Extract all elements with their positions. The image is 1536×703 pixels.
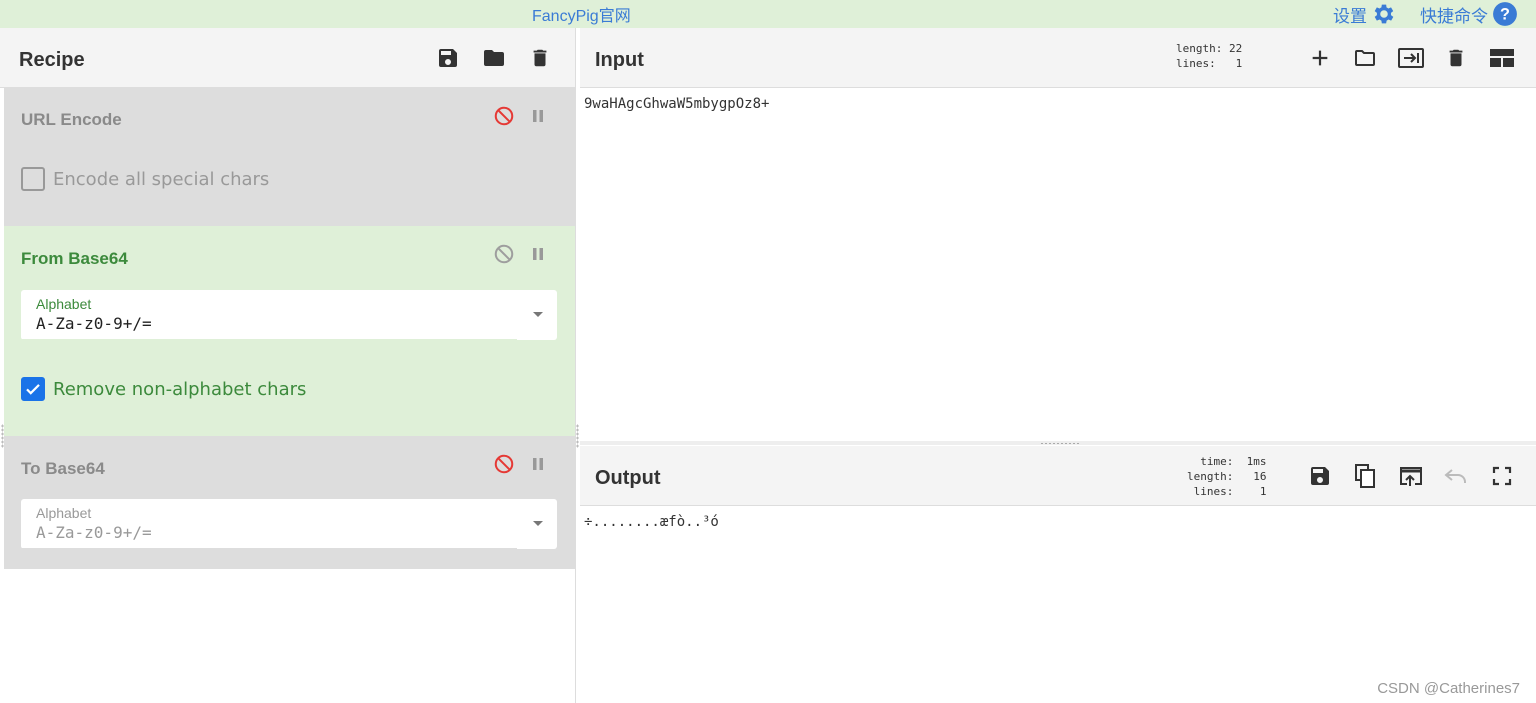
replace-input-icon[interactable] [1397,462,1425,490]
operation-title: To Base64 [21,459,105,478]
operation-url-encode[interactable]: URL Encode Encode all special chars [4,88,575,226]
output-lines: 1 [1259,485,1267,498]
settings-label: 设置 [1333,6,1367,26]
disable-icon[interactable] [493,105,515,127]
input-stats: length: 22 lines: 1 [1176,42,1243,70]
output-length: 16 [1253,470,1267,483]
output-text: ÷........æfò..³ó [584,514,719,530]
checkbox-box[interactable] [21,377,45,401]
alphabet-label: Alphabet [36,296,92,312]
shortcuts-label: 快捷命令 [1420,6,1488,26]
layout-icon[interactable] [1488,44,1516,72]
chevron-down-icon[interactable] [533,312,543,317]
operation-to-base64[interactable]: To Base64 Alphabet A-Za-z0-9+/= [4,436,575,569]
undo-icon[interactable] [1442,462,1470,490]
gear-icon [1371,1,1397,27]
top-bar: FancyPig官网 设置 快捷命令 ? [0,0,1536,28]
output-panel: Output time: 1ms length: 16 lines: 1 ÷..… [580,446,1536,703]
maximize-icon[interactable] [1488,462,1516,490]
input-panel: Input length: 22 lines: 1 9waHAgcGhwaW5m… [580,28,1536,441]
operation-title: From Base64 [21,249,128,268]
alphabet-value: A-Za-z0-9+/= [36,523,152,542]
alphabet-select[interactable]: Alphabet A-Za-z0-9+/= [21,290,557,340]
save-icon[interactable] [434,44,462,72]
alphabet-value: A-Za-z0-9+/= [36,314,152,333]
save-icon[interactable] [1306,462,1334,490]
settings-button[interactable]: 设置 [1333,0,1397,28]
output-header: Output time: 1ms length: 16 lines: 1 [580,446,1536,506]
shortcuts-button[interactable]: 快捷命令 ? [1420,0,1518,28]
input-textarea[interactable]: 9waHAgcGhwaW5mbygpOz8+ [584,96,769,112]
input-title: Input [595,49,644,71]
copy-icon[interactable] [1351,462,1379,490]
alphabet-label: Alphabet [36,505,92,521]
input-length: 22 [1229,42,1243,55]
output-stats: time: 1ms length: 16 lines: 1 [1187,455,1267,498]
recipe-title: Recipe [19,49,85,71]
resize-grip[interactable] [576,424,579,448]
encode-all-special-chars-checkbox[interactable]: Encode all special chars [21,167,269,191]
disable-icon[interactable] [493,243,515,265]
operation-from-base64[interactable]: From Base64 Alphabet A-Za-z0-9+/= Remove… [4,226,575,436]
plus-icon[interactable] [1306,44,1334,72]
input-lines: 1 [1235,57,1243,70]
field-underline [21,339,517,340]
check-icon [26,384,40,395]
checkbox-label: Encode all special chars [53,168,270,190]
disable-icon[interactable] [493,453,515,475]
input-header: Input length: 22 lines: 1 [580,28,1536,88]
checkbox-label: Remove non-alphabet chars [53,378,307,400]
chevron-down-icon[interactable] [533,521,543,526]
recipe-header: Recipe [0,28,575,88]
output-time: 1ms [1246,455,1267,468]
folder-icon[interactable] [480,44,508,72]
pause-icon[interactable] [527,243,549,265]
folder-icon[interactable] [1351,44,1379,72]
field-underline [21,548,517,549]
svg-text:?: ? [1500,5,1510,23]
trash-icon[interactable] [526,44,554,72]
checkbox-box[interactable] [21,167,45,191]
question-circle-icon: ? [1492,1,1518,27]
watermark: CSDN @Catherines7 [1377,680,1520,697]
pause-icon[interactable] [527,105,549,127]
alphabet-select[interactable]: Alphabet A-Za-z0-9+/= [21,499,557,549]
resize-grip[interactable] [1,424,4,448]
remove-non-alphabet-chars-checkbox[interactable]: Remove non-alphabet chars [21,377,306,401]
operation-title: URL Encode [21,110,122,129]
resize-grip[interactable] [1040,442,1080,445]
site-link[interactable]: FancyPig官网 [532,2,631,26]
trash-icon[interactable] [1442,44,1470,72]
recipe-panel: Recipe URL Encode Encode all special cha… [0,28,576,703]
output-title: Output [595,467,661,489]
pause-icon[interactable] [527,453,549,475]
import-icon[interactable] [1397,44,1425,72]
